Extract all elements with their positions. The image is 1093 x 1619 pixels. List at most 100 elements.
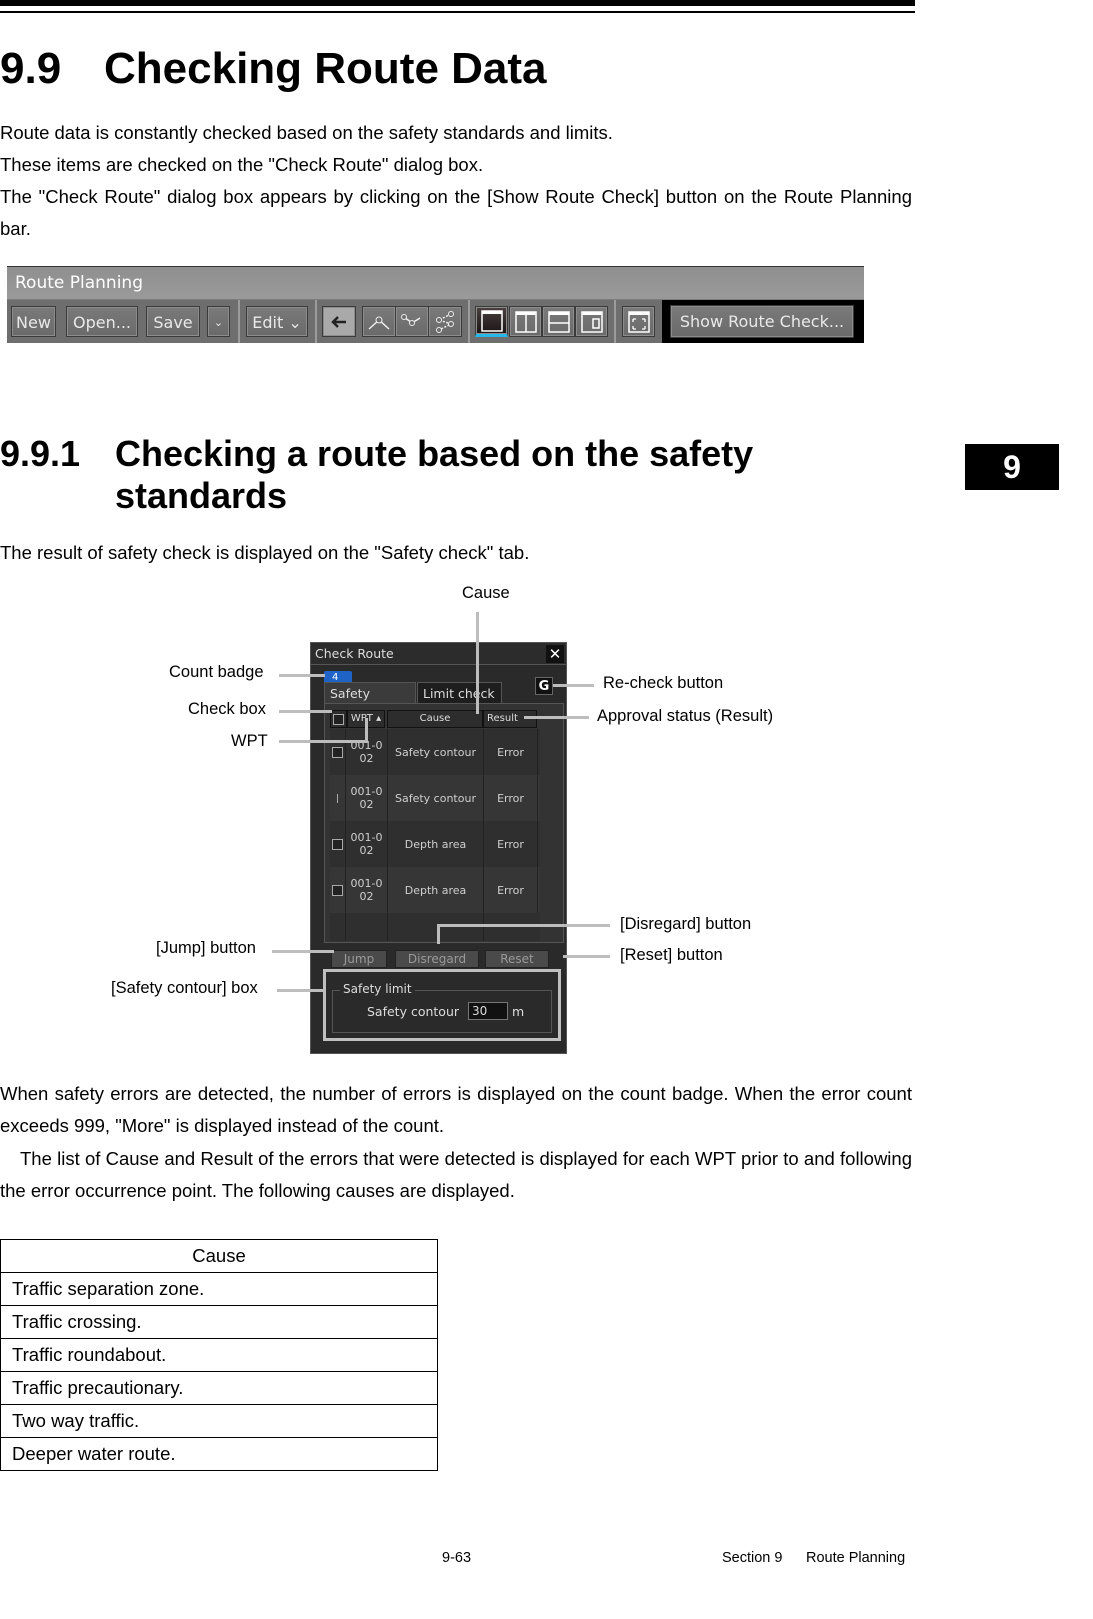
cause-table-row: Traffic separation zone. — [0, 1272, 438, 1306]
callout-reset-button: [Reset] button — [620, 946, 723, 964]
edit-button[interactable]: Edit ⌄ — [246, 306, 308, 337]
callout-line — [279, 740, 368, 743]
save-button[interactable]: Save — [146, 306, 200, 337]
cell-cause: Safety contour — [388, 775, 484, 821]
cause-table: Cause Traffic separation zone. Traffic c… — [0, 1239, 438, 1471]
tab-safety-check[interactable]: Safety Check — [324, 682, 416, 722]
layout-horizontal-split-icon — [547, 310, 570, 333]
recheck-button[interactable]: G — [535, 677, 553, 695]
column-header-cause[interactable]: Cause — [387, 710, 483, 728]
layout-horizontal-split-button[interactable] — [542, 306, 575, 337]
back-button[interactable] — [322, 306, 356, 337]
cell-wpt: 001-0 02 — [346, 821, 388, 867]
callout-jump-button: [Jump] button — [156, 939, 256, 957]
callout-disregard-button: [Disregard] button — [620, 915, 752, 933]
toolbar-separator — [468, 300, 470, 343]
footer-section-name: Route Planning — [806, 1550, 906, 1566]
checkbox — [332, 884, 343, 896]
intro-line-2: These items are checked on the "Check Ro… — [0, 154, 484, 175]
callout-line — [524, 716, 589, 719]
table-row[interactable]: 001-0 02 Safety contour Error — [330, 729, 540, 776]
callout-line — [476, 612, 479, 714]
new-button[interactable]: New — [11, 306, 56, 337]
dialog-title: Check Route — [311, 643, 566, 665]
safety-contour-box: Safety limit Safety contour 30 m — [323, 969, 561, 1041]
reset-button[interactable]: Reset — [485, 950, 549, 968]
route-planning-title: Route Planning — [7, 267, 864, 299]
cell-cause: Depth area — [388, 821, 484, 867]
callout-line — [437, 924, 440, 944]
tab-limit-check[interactable]: Limit check — [417, 682, 502, 703]
cause-table-row: Traffic precautionary. — [0, 1371, 438, 1405]
header-rule-thick — [0, 0, 915, 6]
body-paragraph-2: The list of Cause and Result of the erro… — [0, 1148, 912, 1201]
row-checkbox[interactable] — [330, 775, 346, 821]
cell-result: Error — [484, 867, 538, 913]
cell-cause: Safety contour — [388, 729, 484, 775]
section-number: 9.9 — [0, 44, 62, 93]
cause-table-row: Deeper water route. — [0, 1437, 438, 1471]
layout-vertical-split-button[interactable] — [509, 306, 542, 337]
back-arrow-icon — [331, 315, 346, 328]
callout-line — [279, 674, 325, 677]
callout-line — [553, 684, 594, 687]
column-header-result[interactable]: Result — [483, 710, 537, 728]
check-route-dialog: Check Route ✕ 4 Safety Check Limit check… — [310, 642, 567, 1054]
checkbox — [332, 838, 343, 850]
grid-header: WPT ▴ Cause Result — [330, 710, 544, 728]
toolbar-separator — [315, 300, 317, 343]
subsection-title: Checking a route based on the safety sta… — [115, 433, 754, 516]
footer-section: Section 9 — [722, 1550, 783, 1566]
cell-result: Error — [484, 775, 538, 821]
save-menu-button[interactable]: ⌄ — [207, 306, 230, 337]
fullscreen-button[interactable] — [622, 306, 655, 337]
section-title: Checking Route Data — [104, 44, 547, 93]
row-checkbox[interactable] — [330, 867, 346, 913]
cause-table-row: Traffic crossing. — [0, 1305, 438, 1339]
cell-wpt: 001-0 02 — [346, 867, 388, 913]
route-planning-bar: Route Planning New Open... Save ⌄ Edit ⌄ — [7, 266, 864, 343]
results-grid: WPT ▴ Cause Result 001-0 02 Safety conto… — [324, 703, 564, 943]
row-checkbox[interactable] — [330, 729, 346, 775]
multi-waypoint-button[interactable] — [395, 306, 429, 337]
callout-check-box: Check box — [188, 700, 266, 718]
callout-line — [365, 718, 368, 743]
callout-cause: Cause — [462, 584, 510, 602]
fullscreen-icon — [627, 310, 650, 333]
safety-contour-input[interactable]: 30 — [468, 1002, 508, 1020]
cause-table-row: Traffic roundabout. — [0, 1338, 438, 1372]
disregard-button[interactable]: Disregard — [395, 950, 479, 968]
intro-line-1: Route data is constantly checked based o… — [0, 122, 613, 143]
open-button[interactable]: Open... — [66, 306, 138, 337]
safety-contour-label: Safety contour — [367, 1004, 460, 1019]
section-heading: 9.9 Checking Route Data — [0, 44, 547, 94]
cell-result: Error — [484, 729, 538, 775]
checkbox — [332, 746, 343, 758]
show-route-check-button[interactable]: Show Route Check... — [670, 305, 854, 338]
row-checkbox[interactable] — [330, 821, 346, 867]
table-row[interactable]: 001-0 02 Depth area Error — [330, 867, 540, 914]
layout-full-button[interactable] — [475, 306, 508, 337]
table-row[interactable]: 001-0 02 Depth area Error — [330, 821, 540, 868]
close-icon[interactable]: ✕ — [546, 645, 564, 663]
jump-button[interactable]: Jump — [331, 950, 387, 968]
chevron-down-icon: ⌄ — [213, 316, 224, 329]
cell-cause: Depth area — [388, 867, 484, 913]
layout-inset-button[interactable] — [575, 306, 608, 337]
toolbar-separator — [238, 300, 240, 343]
layout-inset-icon — [580, 310, 603, 333]
callout-line — [277, 989, 325, 992]
select-all-checkbox[interactable] — [330, 710, 347, 728]
single-waypoint-button[interactable] — [362, 306, 396, 337]
callout-wpt: WPT — [231, 732, 268, 750]
route-edit-icon — [436, 310, 454, 333]
table-row[interactable]: 001-0 02 Safety contour Error — [330, 775, 540, 822]
callout-line — [563, 955, 610, 958]
toolbar-separator — [614, 300, 616, 343]
callout-line — [272, 950, 334, 953]
callout-count-badge: Count badge — [169, 663, 264, 681]
route-planning-toolbar: New Open... Save ⌄ Edit ⌄ Show Route Che… — [7, 300, 864, 343]
footer-page-number: 9-63 — [442, 1550, 472, 1566]
route-edit-button[interactable] — [428, 306, 462, 337]
callout-line — [279, 710, 332, 713]
